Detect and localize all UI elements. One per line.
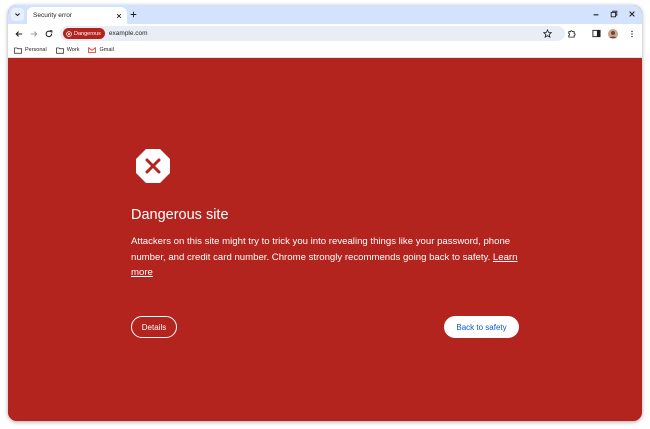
address-bar[interactable]: Dangerous example.com <box>60 26 565 41</box>
extensions-button[interactable] <box>565 27 578 40</box>
tab-search-button[interactable] <box>11 8 24 21</box>
minimize-icon <box>593 14 599 16</box>
url-text[interactable]: example.com <box>109 30 148 37</box>
dangerous-site-chip[interactable]: Dangerous <box>63 28 105 39</box>
tab-strip: Security error <box>8 5 642 24</box>
close-icon <box>629 11 635 17</box>
bookmarks-bar: Personal Work Gmail <box>8 43 642 58</box>
chevron-down-icon <box>15 13 20 17</box>
close-window-button[interactable] <box>626 8 638 20</box>
bookmark-gmail[interactable]: Gmail <box>88 47 114 53</box>
puzzle-icon <box>568 30 576 38</box>
browser-window: Security error Dangerous example.com Per… <box>8 5 642 421</box>
menu-button[interactable] <box>625 27 638 40</box>
bookmark-work[interactable]: Work <box>55 47 80 54</box>
warning-body: Attackers on this site might try to tric… <box>131 236 511 263</box>
side-panel-icon <box>592 29 601 38</box>
back-button[interactable] <box>12 27 25 40</box>
restore-icon <box>610 10 618 18</box>
star-icon <box>543 29 552 38</box>
tab-close-button[interactable] <box>114 11 124 21</box>
bookmark-label: Work <box>66 47 80 53</box>
gmail-icon <box>88 47 97 53</box>
toolbar: Dangerous example.com <box>8 24 642 43</box>
minimize-button[interactable] <box>590 8 602 20</box>
folder-icon <box>55 47 64 54</box>
warning-description: Attackers on this site might try to tric… <box>131 234 526 281</box>
tab-title: Security error <box>33 12 73 19</box>
bookmark-label: Personal <box>25 47 47 53</box>
warning-circle-icon <box>66 30 72 37</box>
bookmark-star-button[interactable] <box>541 27 554 40</box>
stop-octagon-icon <box>136 149 170 183</box>
side-panel-button[interactable] <box>590 27 603 40</box>
reload-button[interactable] <box>42 27 55 40</box>
back-to-safety-button[interactable]: Back to safety <box>444 316 519 338</box>
forward-button[interactable] <box>27 27 40 40</box>
page-title: Dangerous site <box>131 207 229 223</box>
close-icon <box>116 13 122 18</box>
bookmark-personal[interactable]: Personal <box>14 47 47 54</box>
plus-icon <box>130 11 137 18</box>
security-interstitial: Dangerous site Attackers on this site mi… <box>8 58 642 421</box>
avatar-icon <box>607 28 618 39</box>
new-tab-button[interactable] <box>128 9 139 20</box>
bookmark-label: Gmail <box>99 47 114 53</box>
arrow-right-icon <box>30 30 38 37</box>
folder-icon <box>14 47 22 54</box>
details-button[interactable]: Details <box>131 316 177 338</box>
tab-security-error[interactable]: Security error <box>27 7 127 24</box>
arrow-left-icon <box>14 30 22 37</box>
reload-icon <box>45 29 52 37</box>
more-vert-icon <box>630 30 633 37</box>
chip-label: Dangerous <box>74 30 101 37</box>
window-controls <box>590 8 638 20</box>
restore-button[interactable] <box>608 8 620 20</box>
profile-avatar[interactable] <box>606 27 619 40</box>
